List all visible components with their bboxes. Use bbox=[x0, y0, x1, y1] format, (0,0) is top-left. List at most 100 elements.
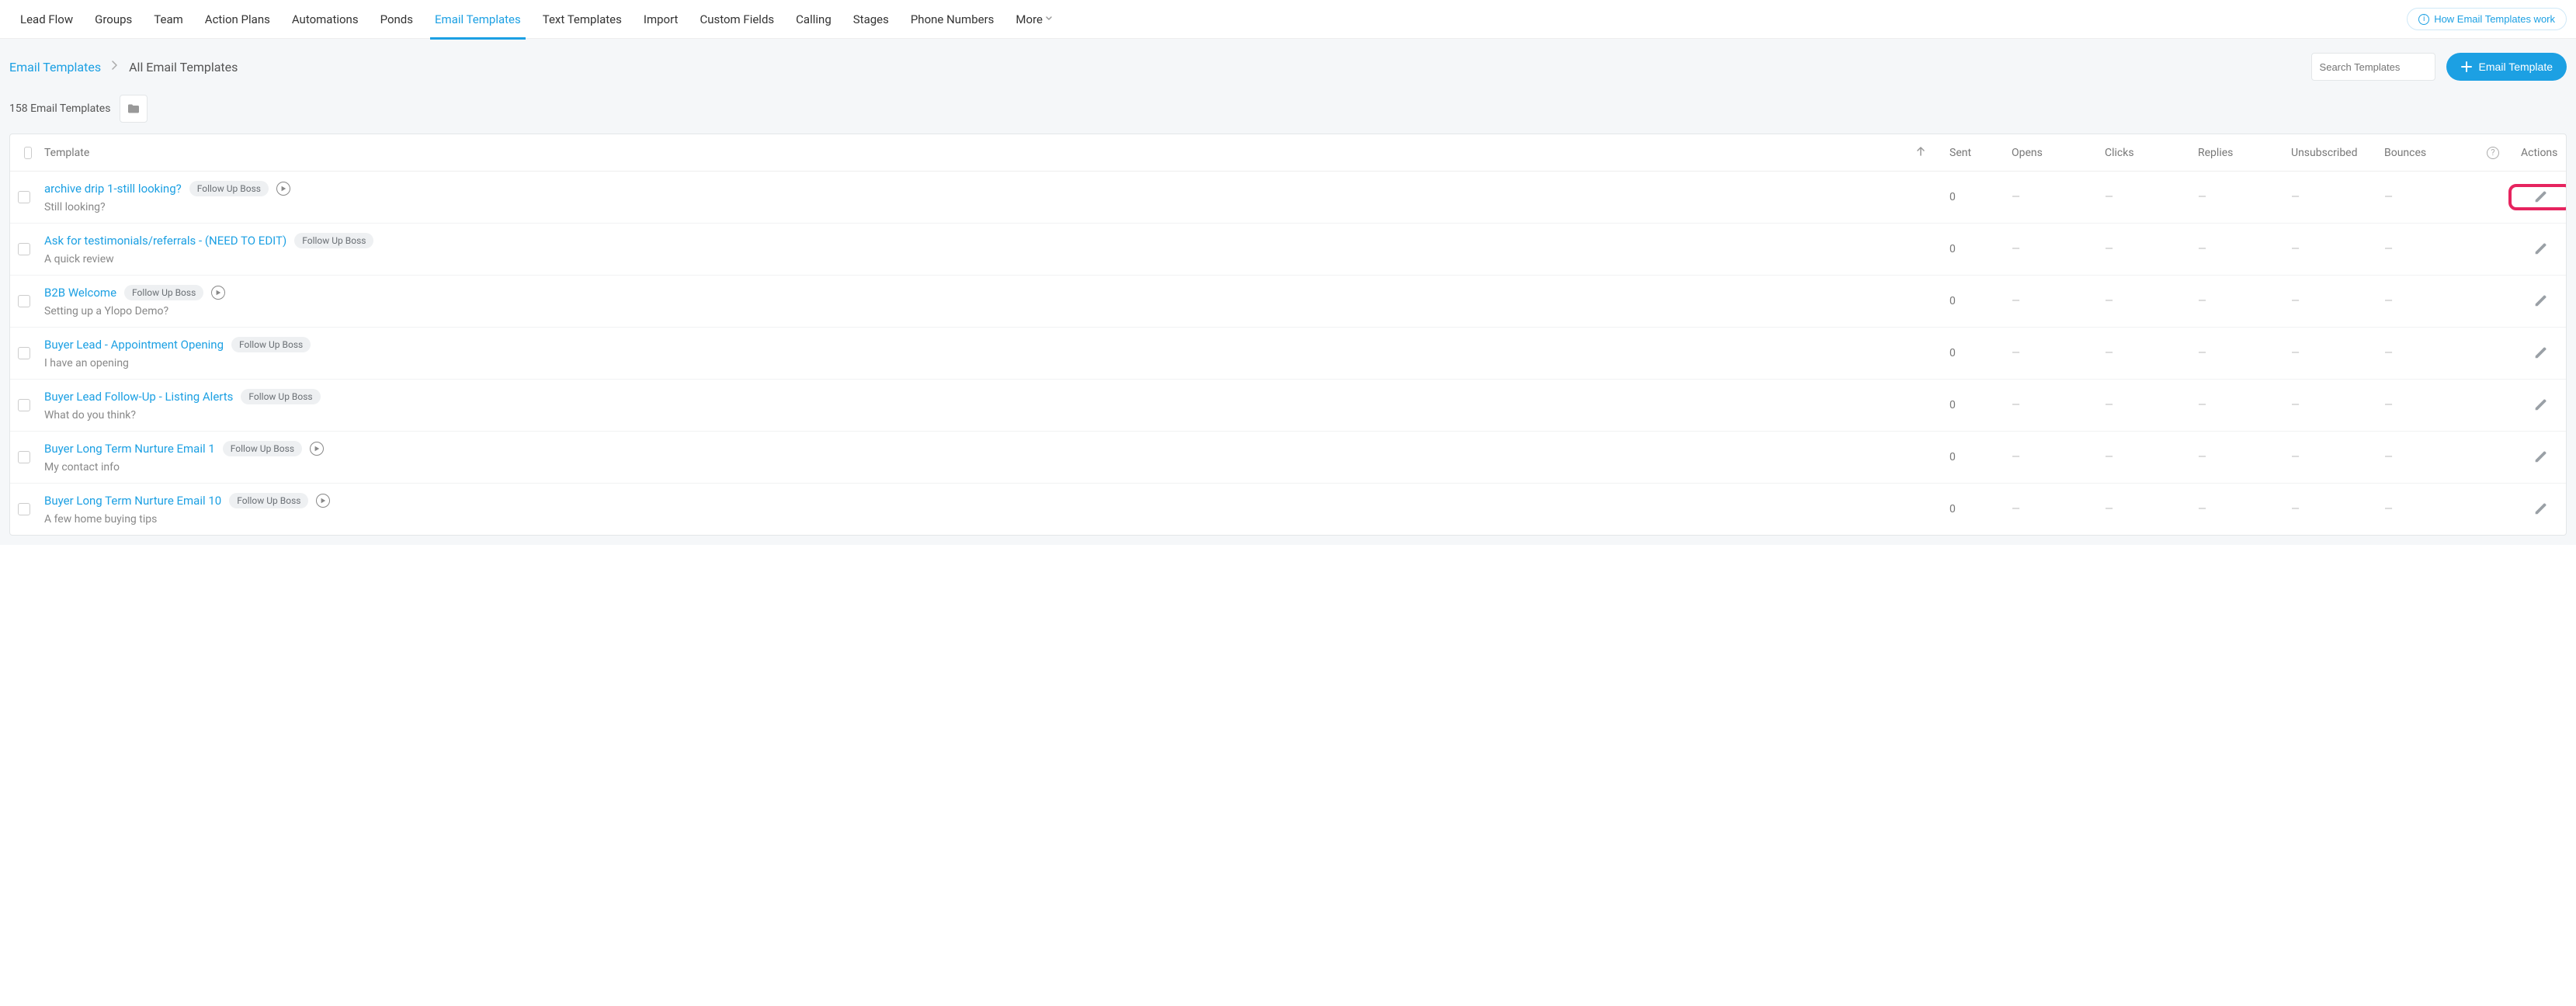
cell-unsub: — bbox=[2285, 295, 2378, 307]
nav-item-more[interactable]: More bbox=[1005, 0, 1063, 39]
edit-button[interactable] bbox=[2515, 502, 2566, 516]
template-cell: Buyer Lead - Appointment OpeningFollow U… bbox=[38, 335, 1943, 371]
row-checkbox[interactable] bbox=[18, 451, 30, 463]
col-replies[interactable]: Replies bbox=[2198, 147, 2233, 159]
help-column-icon[interactable]: ? bbox=[2487, 147, 2499, 159]
breadcrumb-root[interactable]: Email Templates bbox=[9, 60, 101, 75]
row-checkbox[interactable] bbox=[18, 295, 30, 307]
nav-item-groups[interactable]: Groups bbox=[84, 0, 143, 39]
breadcrumb-row: Email Templates All Email Templates Emai… bbox=[9, 53, 2567, 81]
cell-clicks: — bbox=[2099, 347, 2192, 359]
cell-clicks: — bbox=[2099, 295, 2192, 307]
table-row: B2B WelcomeFollow Up BossSetting up a Yl… bbox=[10, 276, 2566, 328]
template-tag: Follow Up Boss bbox=[229, 493, 308, 508]
cell-opens: — bbox=[2005, 295, 2099, 307]
play-icon[interactable] bbox=[316, 494, 330, 508]
template-link[interactable]: Buyer Long Term Nurture Email 1 bbox=[44, 442, 215, 456]
edit-button[interactable] bbox=[2515, 294, 2566, 308]
add-email-template-button[interactable]: Email Template bbox=[2446, 53, 2567, 81]
row-checkbox[interactable] bbox=[18, 243, 30, 255]
template-tag: Follow Up Boss bbox=[223, 441, 302, 456]
row-checkbox[interactable] bbox=[18, 399, 30, 411]
cell-replies: — bbox=[2192, 191, 2285, 203]
cell-clicks: — bbox=[2099, 399, 2192, 411]
breadcrumb-current: All Email Templates bbox=[129, 60, 238, 75]
table-row: archive drip 1-still looking? Follow Up B… bbox=[10, 172, 2566, 224]
nav-item-text-templates[interactable]: Text Templates bbox=[532, 0, 633, 39]
template-link[interactable]: Ask for testimonials/referrals - (NEED T… bbox=[44, 234, 286, 248]
cell-sent: 0 bbox=[1943, 243, 2005, 255]
cell-bounces: — bbox=[2378, 399, 2471, 411]
cell-bounces: — bbox=[2378, 503, 2471, 515]
cell-replies: — bbox=[2192, 295, 2285, 307]
cell-replies: — bbox=[2192, 399, 2285, 411]
edit-button[interactable] bbox=[2515, 450, 2566, 464]
cell-replies: — bbox=[2192, 347, 2285, 359]
nav-item-label: Ponds bbox=[380, 12, 413, 26]
play-icon[interactable] bbox=[211, 286, 225, 300]
template-subtitle: A few home buying tips bbox=[44, 513, 1937, 526]
template-link[interactable]: Buyer Lead - Appointment Opening bbox=[44, 338, 224, 352]
edit-button[interactable] bbox=[2515, 398, 2566, 412]
cell-clicks: — bbox=[2099, 451, 2192, 463]
cell-clicks: — bbox=[2099, 191, 2192, 203]
cell-replies: — bbox=[2192, 243, 2285, 255]
select-all-checkbox[interactable] bbox=[24, 147, 32, 159]
col-unsubscribed[interactable]: Unsubscribed bbox=[2291, 147, 2358, 159]
folder-button[interactable] bbox=[120, 95, 148, 123]
template-count-text: 158 Email Templates bbox=[9, 102, 110, 115]
template-subtitle: My contact info bbox=[44, 461, 1937, 474]
template-link[interactable]: Buyer Long Term Nurture Email 10 bbox=[44, 494, 221, 508]
add-button-label: Email Template bbox=[2479, 61, 2553, 73]
cell-sent: 0 bbox=[1943, 451, 2005, 463]
sort-asc-icon[interactable] bbox=[1917, 147, 1925, 159]
nav-item-import[interactable]: Import bbox=[633, 0, 689, 39]
col-opens[interactable]: Opens bbox=[2012, 147, 2043, 159]
nav-item-ponds[interactable]: Ponds bbox=[370, 0, 424, 39]
plus-icon bbox=[2460, 61, 2473, 73]
nav-item-lead-flow[interactable]: Lead Flow bbox=[9, 0, 84, 39]
table-row: Ask for testimonials/referrals - (NEED T… bbox=[10, 224, 2566, 276]
chevron-down-icon bbox=[1046, 15, 1052, 23]
play-icon[interactable] bbox=[276, 182, 290, 196]
nav-item-action-plans[interactable]: Action Plans bbox=[194, 0, 281, 39]
search-box[interactable] bbox=[2311, 53, 2435, 81]
col-template[interactable]: Template bbox=[44, 147, 89, 159]
col-clicks[interactable]: Clicks bbox=[2105, 147, 2134, 159]
nav-item-phone-numbers[interactable]: Phone Numbers bbox=[900, 0, 1005, 39]
nav-item-label: Custom Fields bbox=[700, 12, 774, 26]
nav-item-label: Lead Flow bbox=[20, 12, 73, 26]
row-checkbox[interactable] bbox=[18, 191, 30, 203]
nav-item-automations[interactable]: Automations bbox=[281, 0, 370, 39]
how-templates-work-button[interactable]: iHow Email Templates work bbox=[2407, 8, 2567, 30]
play-icon[interactable] bbox=[310, 442, 324, 456]
top-nav: Lead Flow GroupsTeamAction PlansAutomatio… bbox=[0, 0, 2576, 39]
template-link[interactable]: B2B Welcome bbox=[44, 286, 116, 300]
col-bounces[interactable]: Bounces bbox=[2384, 147, 2426, 159]
nav-item-email-templates[interactable]: Email Templates bbox=[424, 0, 532, 39]
col-sent[interactable]: Sent bbox=[1949, 147, 1971, 159]
nav-item-calling[interactable]: Calling bbox=[785, 0, 842, 39]
template-cell: archive drip 1-still looking? Follow Up B… bbox=[38, 179, 1943, 215]
template-tag: Follow Up Boss bbox=[189, 181, 269, 196]
template-link[interactable]: archive drip 1-still looking? bbox=[44, 182, 182, 196]
template-cell: B2B WelcomeFollow Up BossSetting up a Yl… bbox=[38, 283, 1943, 319]
search-input[interactable] bbox=[2320, 61, 2456, 73]
cell-unsub: — bbox=[2285, 347, 2378, 359]
template-cell: Buyer Lead Follow-Up - Listing AlertsFol… bbox=[38, 387, 1943, 423]
cell-unsub: — bbox=[2285, 243, 2378, 255]
row-checkbox[interactable] bbox=[18, 503, 30, 515]
row-checkbox[interactable] bbox=[18, 347, 30, 359]
nav-item-team[interactable]: Team bbox=[143, 0, 194, 39]
edit-button[interactable] bbox=[2515, 190, 2566, 204]
nav-item-custom-fields[interactable]: Custom Fields bbox=[689, 0, 785, 39]
template-link[interactable]: Buyer Lead Follow-Up - Listing Alerts bbox=[44, 390, 233, 404]
edit-button[interactable] bbox=[2515, 242, 2566, 256]
nav-item-stages[interactable]: Stages bbox=[842, 0, 900, 39]
info-icon: i bbox=[2418, 14, 2429, 25]
cell-bounces: — bbox=[2378, 347, 2471, 359]
templates-table: Template Sent Opens Clicks Replies Unsub… bbox=[9, 134, 2567, 536]
edit-button[interactable] bbox=[2515, 346, 2566, 360]
template-subtitle: Setting up a Ylopo Demo? bbox=[44, 305, 1937, 317]
cell-unsub: — bbox=[2285, 451, 2378, 463]
